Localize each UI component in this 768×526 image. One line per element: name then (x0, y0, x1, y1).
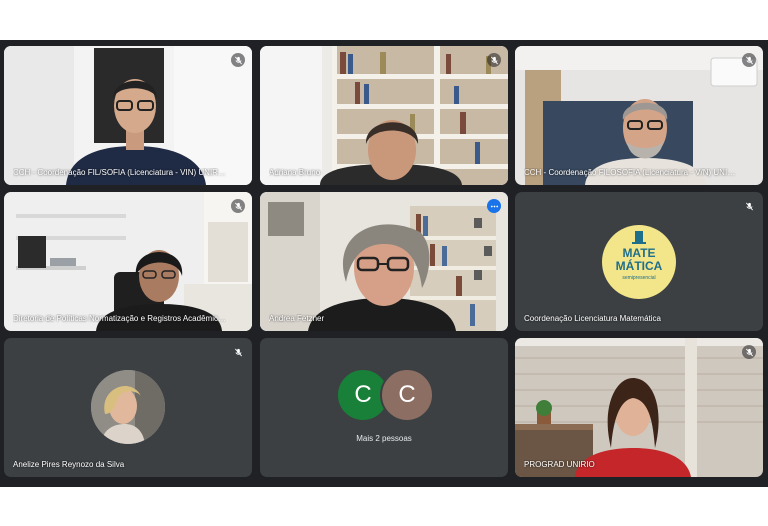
video-feed (260, 46, 508, 185)
more-participants-label: Mais 2 pessoas (356, 434, 412, 443)
mic-off-icon (742, 199, 756, 213)
participant-name: CCH - Coordenação FIL/SOFIA (Licenciatur… (13, 168, 226, 177)
logo-line-1: MATE (622, 246, 656, 260)
mic-off-icon (231, 345, 245, 359)
video-feed (4, 192, 252, 331)
participant-name: Anelize Pires Reynozo da Silva (13, 460, 125, 469)
participant-tile[interactable]: Anelize Pires Reynozo da Silva (4, 338, 252, 477)
participant-name: CCH - Coordenação FILOSOFIA (Licenciatur… (524, 168, 737, 177)
mic-off-icon (231, 199, 245, 213)
participant-tile[interactable]: Diretoria de Políticas Normatização e Re… (4, 192, 252, 331)
video-feed (4, 46, 252, 185)
video-feed (515, 46, 763, 185)
avatar: C (380, 368, 434, 422)
more-vert-icon[interactable] (487, 199, 501, 213)
participant-tile-active[interactable]: Andrea Fetzner (260, 192, 508, 331)
more-participants-tile[interactable]: C C Mais 2 pessoas (260, 338, 508, 477)
participant-tile[interactable]: CCH - Coordenação FIL/SOFIA (Licenciatur… (4, 46, 252, 185)
mic-off-icon (231, 53, 245, 67)
mic-off-icon (487, 53, 501, 67)
participant-tile[interactable]: Adriana Bruno (260, 46, 508, 185)
logo-line-3: semipresencial (622, 275, 656, 281)
video-grid: CCH - Coordenação FIL/SOFIA (Licenciatur… (0, 40, 768, 487)
video-feed (515, 338, 763, 477)
mic-off-icon (742, 53, 756, 67)
participant-name: PROGRAD UNIRIO (524, 460, 595, 469)
logo-line-2: MÁTICA (615, 259, 663, 273)
participant-tile[interactable]: PROGRAD UNIRIO (515, 338, 763, 477)
participant-name: Andrea Fetzner (269, 314, 325, 323)
video-feed (260, 192, 508, 331)
participant-tile[interactable]: CCH - Coordenação FILOSOFIA (Licenciatur… (515, 46, 763, 185)
profile-logo: MATE MÁTICA semipresencial (602, 225, 676, 299)
avatar (91, 370, 165, 444)
participant-tile[interactable]: MATE MÁTICA semipresencial Coordenação L… (515, 192, 763, 331)
participant-name: Diretoria de Políticas Normatização e Re… (13, 314, 226, 323)
participant-name: Adriana Bruno (269, 168, 321, 177)
mic-off-icon (742, 345, 756, 359)
participant-name: Coordenação Licenciatura Matemática (524, 314, 661, 323)
